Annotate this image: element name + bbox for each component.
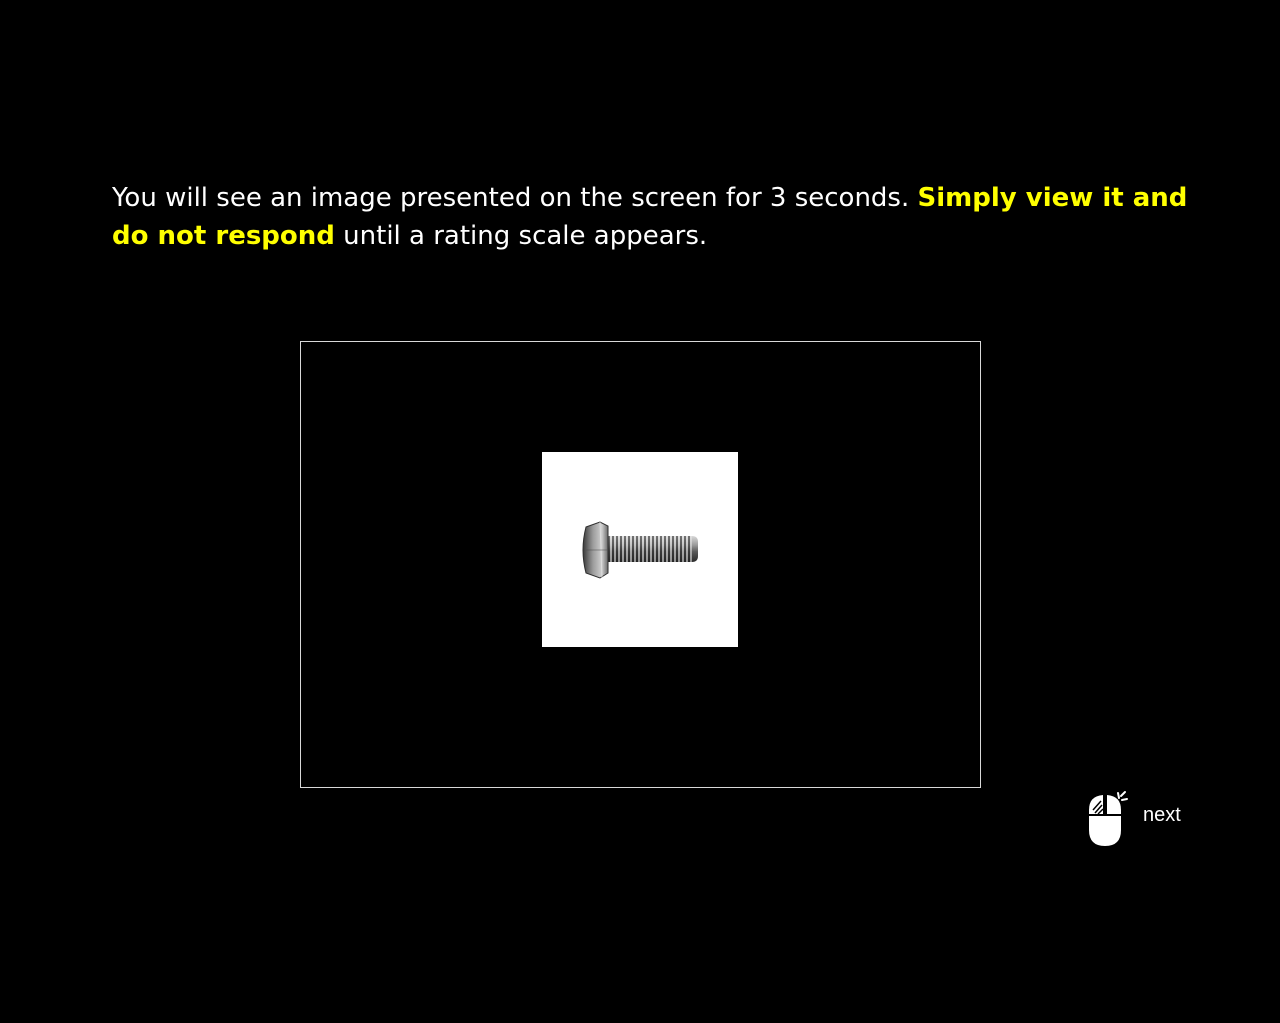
next-button[interactable]: next — [1084, 790, 1194, 850]
instruction-part-1: You will see an image presented on the s… — [112, 183, 918, 213]
instruction-part-2: until a rating scale appears. — [334, 221, 708, 251]
experiment-screen: You will see an image presented on the s… — [0, 0, 1280, 1023]
instruction-text: You will see an image presented on the s… — [112, 179, 1192, 255]
stimulus-image — [542, 452, 738, 647]
mouse-click-icon — [1089, 791, 1128, 846]
next-label: next — [1143, 804, 1181, 826]
stimulus-frame — [300, 341, 981, 788]
bolt-image — [582, 521, 698, 579]
